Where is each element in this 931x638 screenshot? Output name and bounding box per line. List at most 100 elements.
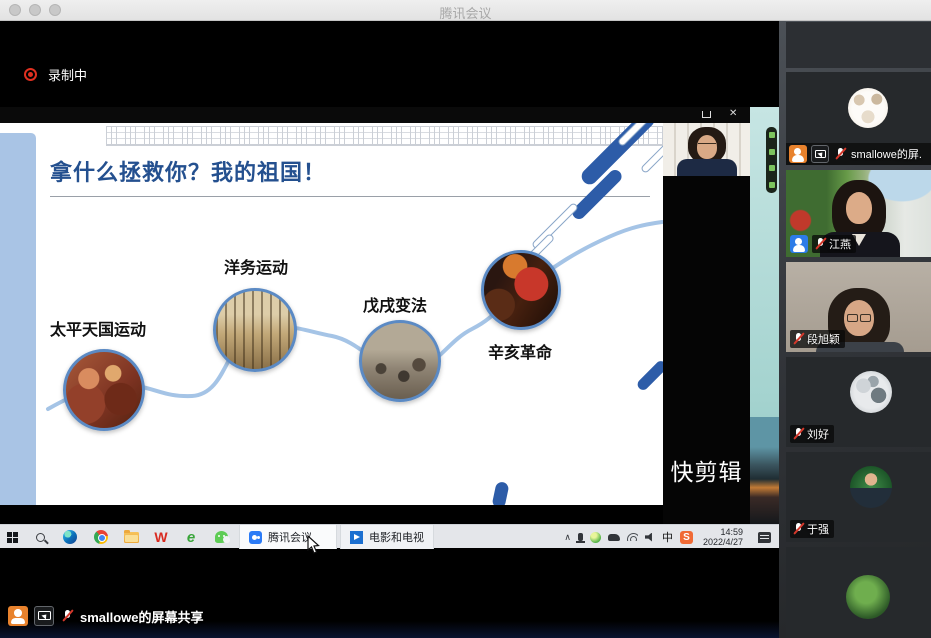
taskbar-wechat-button[interactable] bbox=[213, 525, 229, 549]
background-app-label: 快剪辑 bbox=[663, 453, 750, 487]
taskbar-explorer-button[interactable] bbox=[123, 525, 139, 549]
wechat-icon bbox=[215, 531, 228, 543]
wps-icon: W bbox=[154, 529, 167, 545]
mic-level-segment bbox=[769, 132, 775, 138]
movies-tv-icon bbox=[350, 531, 363, 544]
floating-video-titlebar: ✕ bbox=[0, 107, 750, 123]
search-icon bbox=[36, 533, 45, 542]
mic-muted-icon bbox=[791, 331, 805, 347]
tray-time: 14:59 bbox=[703, 527, 743, 537]
screen-share-icon bbox=[34, 606, 54, 626]
host-badge-icon bbox=[789, 145, 807, 163]
screen-share-banner: smallowe的屏幕共享 bbox=[8, 606, 204, 626]
timeline-photo-yangwu bbox=[213, 288, 297, 372]
macos-title-bar: 腾讯会议 bbox=[0, 0, 931, 21]
participant-tile-duanxuying[interactable]: 段旭颖 bbox=[786, 262, 931, 352]
taskbar-edge-button[interactable] bbox=[62, 525, 78, 549]
participant-name: 刘好 bbox=[807, 426, 829, 442]
recording-label: 录制中 bbox=[48, 65, 87, 84]
participant-tile-yuqiang[interactable]: 于强 bbox=[786, 452, 931, 542]
start-button[interactable] bbox=[4, 525, 20, 549]
taskbar-search-button[interactable] bbox=[32, 525, 48, 549]
participant-tile-partial-bottom[interactable] bbox=[786, 547, 931, 638]
recording-indicator: 录制中 bbox=[24, 65, 87, 84]
participant-name: 于强 bbox=[807, 521, 829, 537]
app-window: 腾讯会议 录制中 ✕ 拿什么拯救你？我的祖国！ bbox=[0, 0, 931, 638]
participant-status-bar: 段旭颖 bbox=[790, 330, 845, 348]
participant-tile-smallowe[interactable]: smallowe的屏. bbox=[786, 72, 931, 165]
timeline-photo-xinhai bbox=[481, 250, 561, 330]
member-badge-icon bbox=[790, 235, 808, 253]
recording-dot-icon bbox=[24, 68, 37, 81]
taskbar-ie-button[interactable]: e bbox=[183, 525, 199, 549]
minimize-icon[interactable] bbox=[702, 111, 711, 118]
presenter-body bbox=[677, 159, 737, 176]
taskbar-chrome-button[interactable] bbox=[93, 525, 109, 549]
taskbar-window-movies-tv[interactable]: 电影和电视 bbox=[340, 525, 434, 549]
background-app-window: 快剪辑 bbox=[663, 123, 750, 524]
tray-antivirus-icon[interactable] bbox=[590, 532, 601, 543]
participant-status-bar: smallowe的屏. bbox=[786, 143, 931, 165]
screen-share-icon bbox=[811, 145, 829, 163]
windows-logo-icon bbox=[7, 532, 18, 543]
system-tray: ∧ 中 S 14:59 2022/4/27 bbox=[564, 525, 771, 549]
mic-level-segment bbox=[769, 165, 775, 171]
participant-tile-liuhao[interactable]: 刘好 bbox=[786, 357, 931, 447]
avatar-cat bbox=[850, 371, 892, 413]
timeline-photo-wuxu bbox=[359, 320, 441, 402]
participant-tile-jiangyan[interactable]: 江燕 bbox=[786, 170, 931, 257]
host-badge-icon bbox=[8, 606, 28, 626]
mic-muted-icon bbox=[833, 146, 847, 162]
participant-glasses bbox=[846, 314, 872, 321]
close-icon[interactable]: ✕ bbox=[729, 108, 737, 119]
tray-volume-icon[interactable] bbox=[645, 533, 655, 542]
shared-screen: ✕ 拿什么拯救你？我的祖国！ bbox=[0, 107, 779, 548]
mic-muted-icon bbox=[60, 608, 74, 624]
participant-status-bar: 于强 bbox=[790, 520, 834, 538]
share-banner-label: smallowe的屏幕共享 bbox=[80, 607, 204, 626]
timeline-curve bbox=[0, 123, 665, 505]
tray-mic-icon[interactable] bbox=[578, 533, 583, 541]
tencent-meeting-icon bbox=[249, 531, 262, 544]
meeting-stage: 录制中 ✕ 拿什么拯救你？我的祖国！ bbox=[0, 21, 779, 638]
avatar-partial bbox=[846, 575, 890, 619]
mic-muted-icon bbox=[813, 236, 827, 252]
participant-name: smallowe的屏. bbox=[851, 146, 922, 162]
presenter-camera-video bbox=[663, 123, 750, 176]
taskbar-window-label: 电影和电视 bbox=[369, 529, 424, 545]
ie-icon: e bbox=[187, 529, 195, 546]
chrome-icon bbox=[94, 530, 108, 544]
avatar-portrait bbox=[850, 466, 892, 508]
avatar-cat bbox=[848, 88, 888, 128]
mic-level-segment bbox=[769, 149, 775, 155]
mic-muted-icon bbox=[791, 426, 805, 442]
timeline-label-wuxu: 戊戌变法 bbox=[363, 292, 427, 316]
folder-icon bbox=[124, 532, 139, 543]
edge-icon bbox=[63, 530, 77, 544]
mouse-cursor bbox=[306, 535, 320, 555]
participant-face bbox=[846, 192, 872, 224]
tray-network-icon[interactable] bbox=[627, 533, 638, 541]
timeline-label-yangwu: 洋务运动 bbox=[224, 254, 288, 278]
presentation-slide: 拿什么拯救你？我的祖国！ 太平天国运动 洋务运动 bbox=[0, 123, 665, 505]
mic-level-segment bbox=[769, 182, 775, 188]
presenter-face bbox=[697, 135, 717, 159]
participant-status-bar: 刘好 bbox=[790, 425, 834, 443]
participant-name: 段旭颖 bbox=[807, 331, 840, 347]
tray-action-center-icon[interactable] bbox=[758, 532, 771, 543]
desktop-wallpaper-landscape bbox=[750, 417, 779, 524]
mic-level-meter bbox=[766, 127, 777, 193]
tray-chevron-icon[interactable]: ∧ bbox=[564, 532, 571, 543]
tray-ime-indicator[interactable]: 中 bbox=[662, 529, 673, 545]
window-title: 腾讯会议 bbox=[0, 3, 931, 22]
windows-taskbar: W e 腾讯会议 电影和电视 ∧ 中 bbox=[0, 524, 779, 548]
participant-tile-partial-top[interactable] bbox=[786, 22, 931, 68]
participant-status-bar: 江燕 bbox=[790, 235, 856, 253]
participants-sidebar: smallowe的屏. 江燕 bbox=[779, 21, 931, 638]
tray-device-icon[interactable] bbox=[608, 534, 620, 541]
tray-sogou-icon[interactable]: S bbox=[680, 531, 693, 544]
tray-clock[interactable]: 14:59 2022/4/27 bbox=[703, 527, 743, 547]
taskbar-wps-button[interactable]: W bbox=[153, 525, 169, 549]
timeline-label-xinhai: 辛亥革命 bbox=[488, 339, 552, 363]
taskbar-window-tencent-meeting[interactable]: 腾讯会议 bbox=[239, 525, 337, 549]
